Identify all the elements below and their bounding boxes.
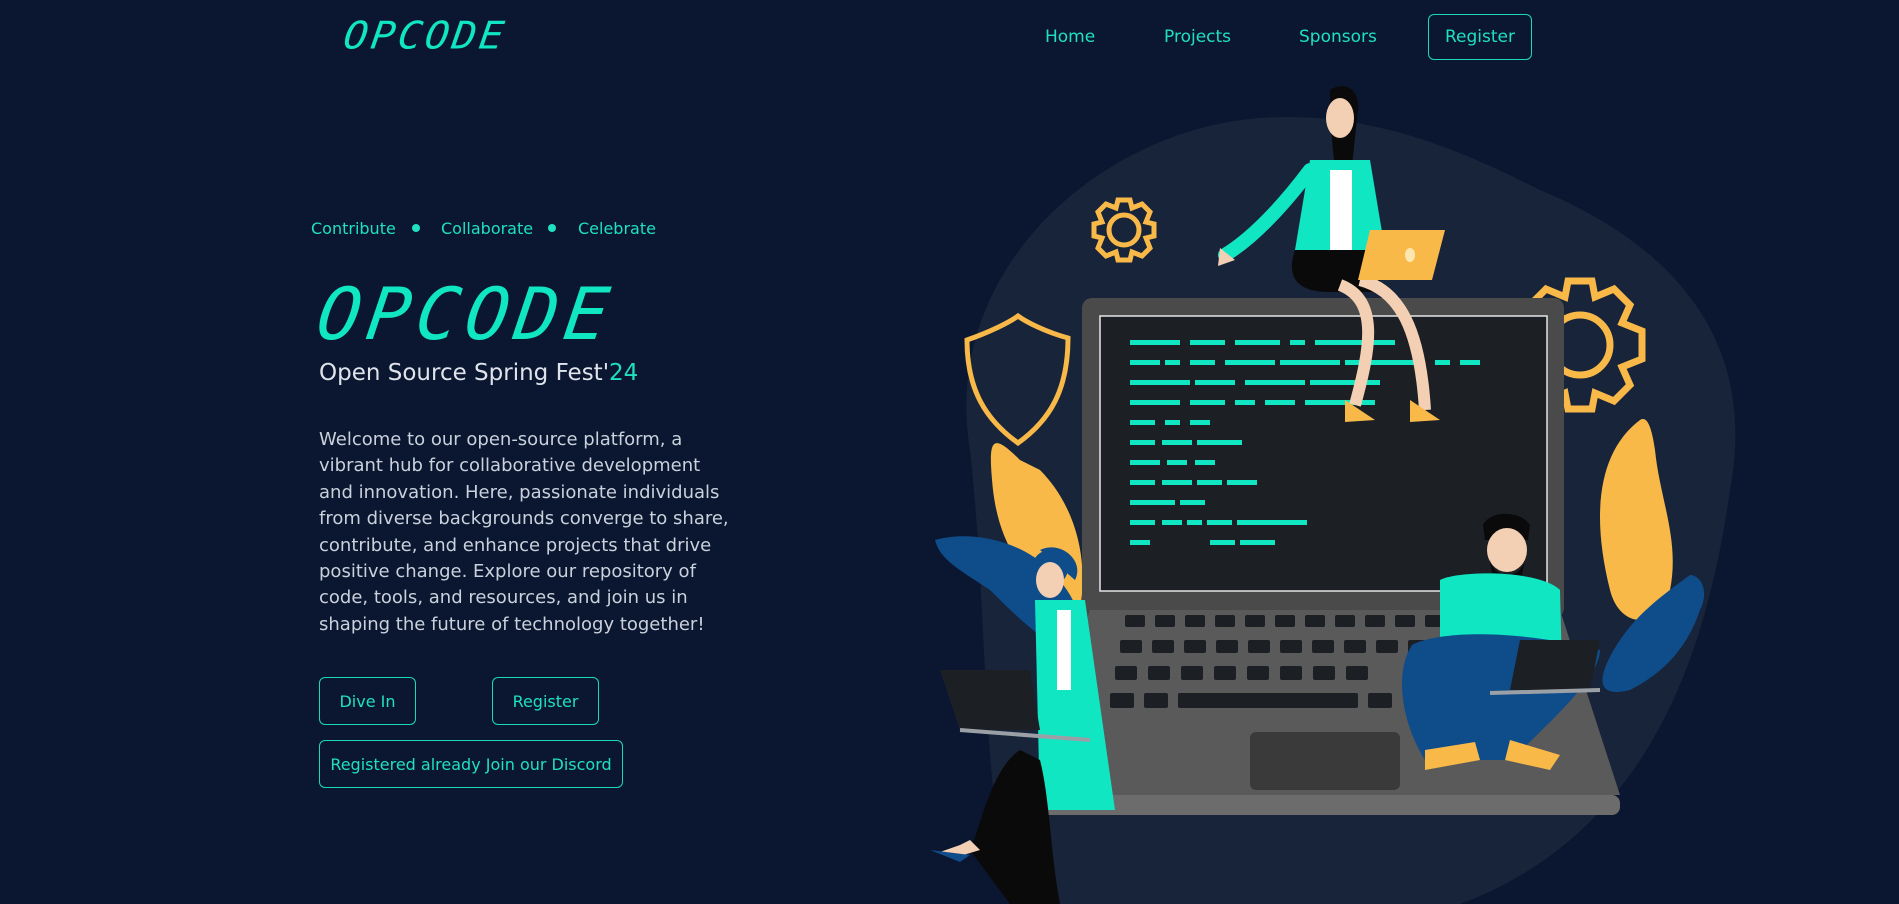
register-button[interactable]: Register [492,677,599,725]
tagline-contribute: Contribute [311,219,396,238]
nav-register-button[interactable]: Register [1428,14,1532,60]
tagline-separator-dot [412,224,420,232]
tagline-separator-dot [548,224,556,232]
hero-illustration [930,86,1736,904]
hero-subtitle: Open Source Spring Fest'24 [319,360,638,386]
tagline-celebrate: Celebrate [578,219,656,238]
nav-sponsors-link[interactable]: Sponsors [1299,27,1377,47]
subtitle-main: Open Source Spring Fest' [319,360,610,386]
nav-home-link[interactable]: Home [1045,27,1095,47]
discord-button[interactable]: Registered already Join our Discord [319,740,623,788]
laptop-screen [1099,315,1548,592]
main-nav: Home Projects Sponsors Register [0,14,1899,62]
hero-description: Welcome to our open-source platform, a v… [319,429,729,635]
tagline-collaborate: Collaborate [441,219,534,238]
hero-logo: OPCODE [312,272,620,356]
laptop-trackpad [1250,732,1400,790]
nav-projects-link[interactable]: Projects [1164,27,1231,47]
subtitle-year: 24 [609,360,639,386]
dive-in-button[interactable]: Dive In [319,677,416,725]
